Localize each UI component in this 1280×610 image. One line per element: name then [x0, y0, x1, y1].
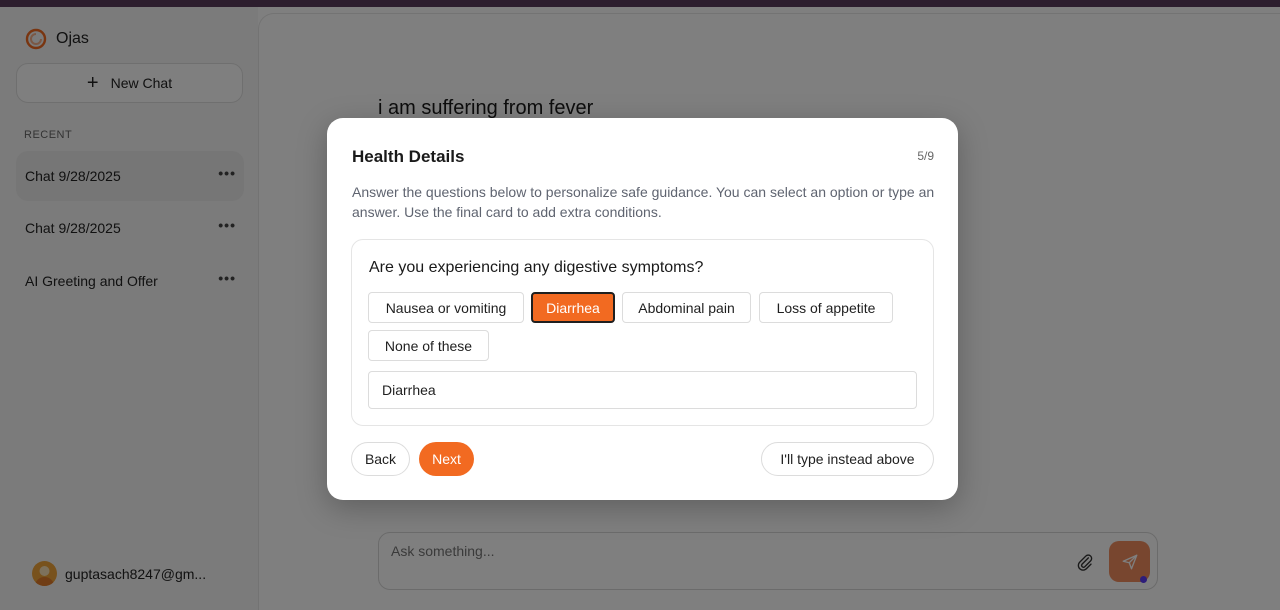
- question-text: Are you experiencing any digestive sympt…: [369, 259, 704, 276]
- health-details-dialog: Health Details 5/9 Answer the questions …: [327, 118, 958, 500]
- dialog-description: Answer the questions below to personaliz…: [352, 184, 935, 220]
- option-nausea-or-vomiting[interactable]: Nausea or vomiting: [368, 292, 524, 323]
- dialog-title: Health Details: [352, 147, 465, 166]
- question-card: Are you experiencing any digestive sympt…: [351, 239, 934, 426]
- next-button[interactable]: Next: [419, 442, 474, 476]
- step-counter: 5/9: [917, 149, 934, 163]
- type-instead-button[interactable]: I'll type instead above: [761, 442, 934, 476]
- answer-input[interactable]: [368, 371, 917, 409]
- option-abdominal-pain[interactable]: Abdominal pain: [622, 292, 751, 323]
- option-diarrhea[interactable]: Diarrhea: [531, 292, 615, 323]
- back-button[interactable]: Back: [351, 442, 410, 476]
- option-loss-of-appetite[interactable]: Loss of appetite: [759, 292, 893, 323]
- option-none-of-these[interactable]: None of these: [368, 330, 489, 361]
